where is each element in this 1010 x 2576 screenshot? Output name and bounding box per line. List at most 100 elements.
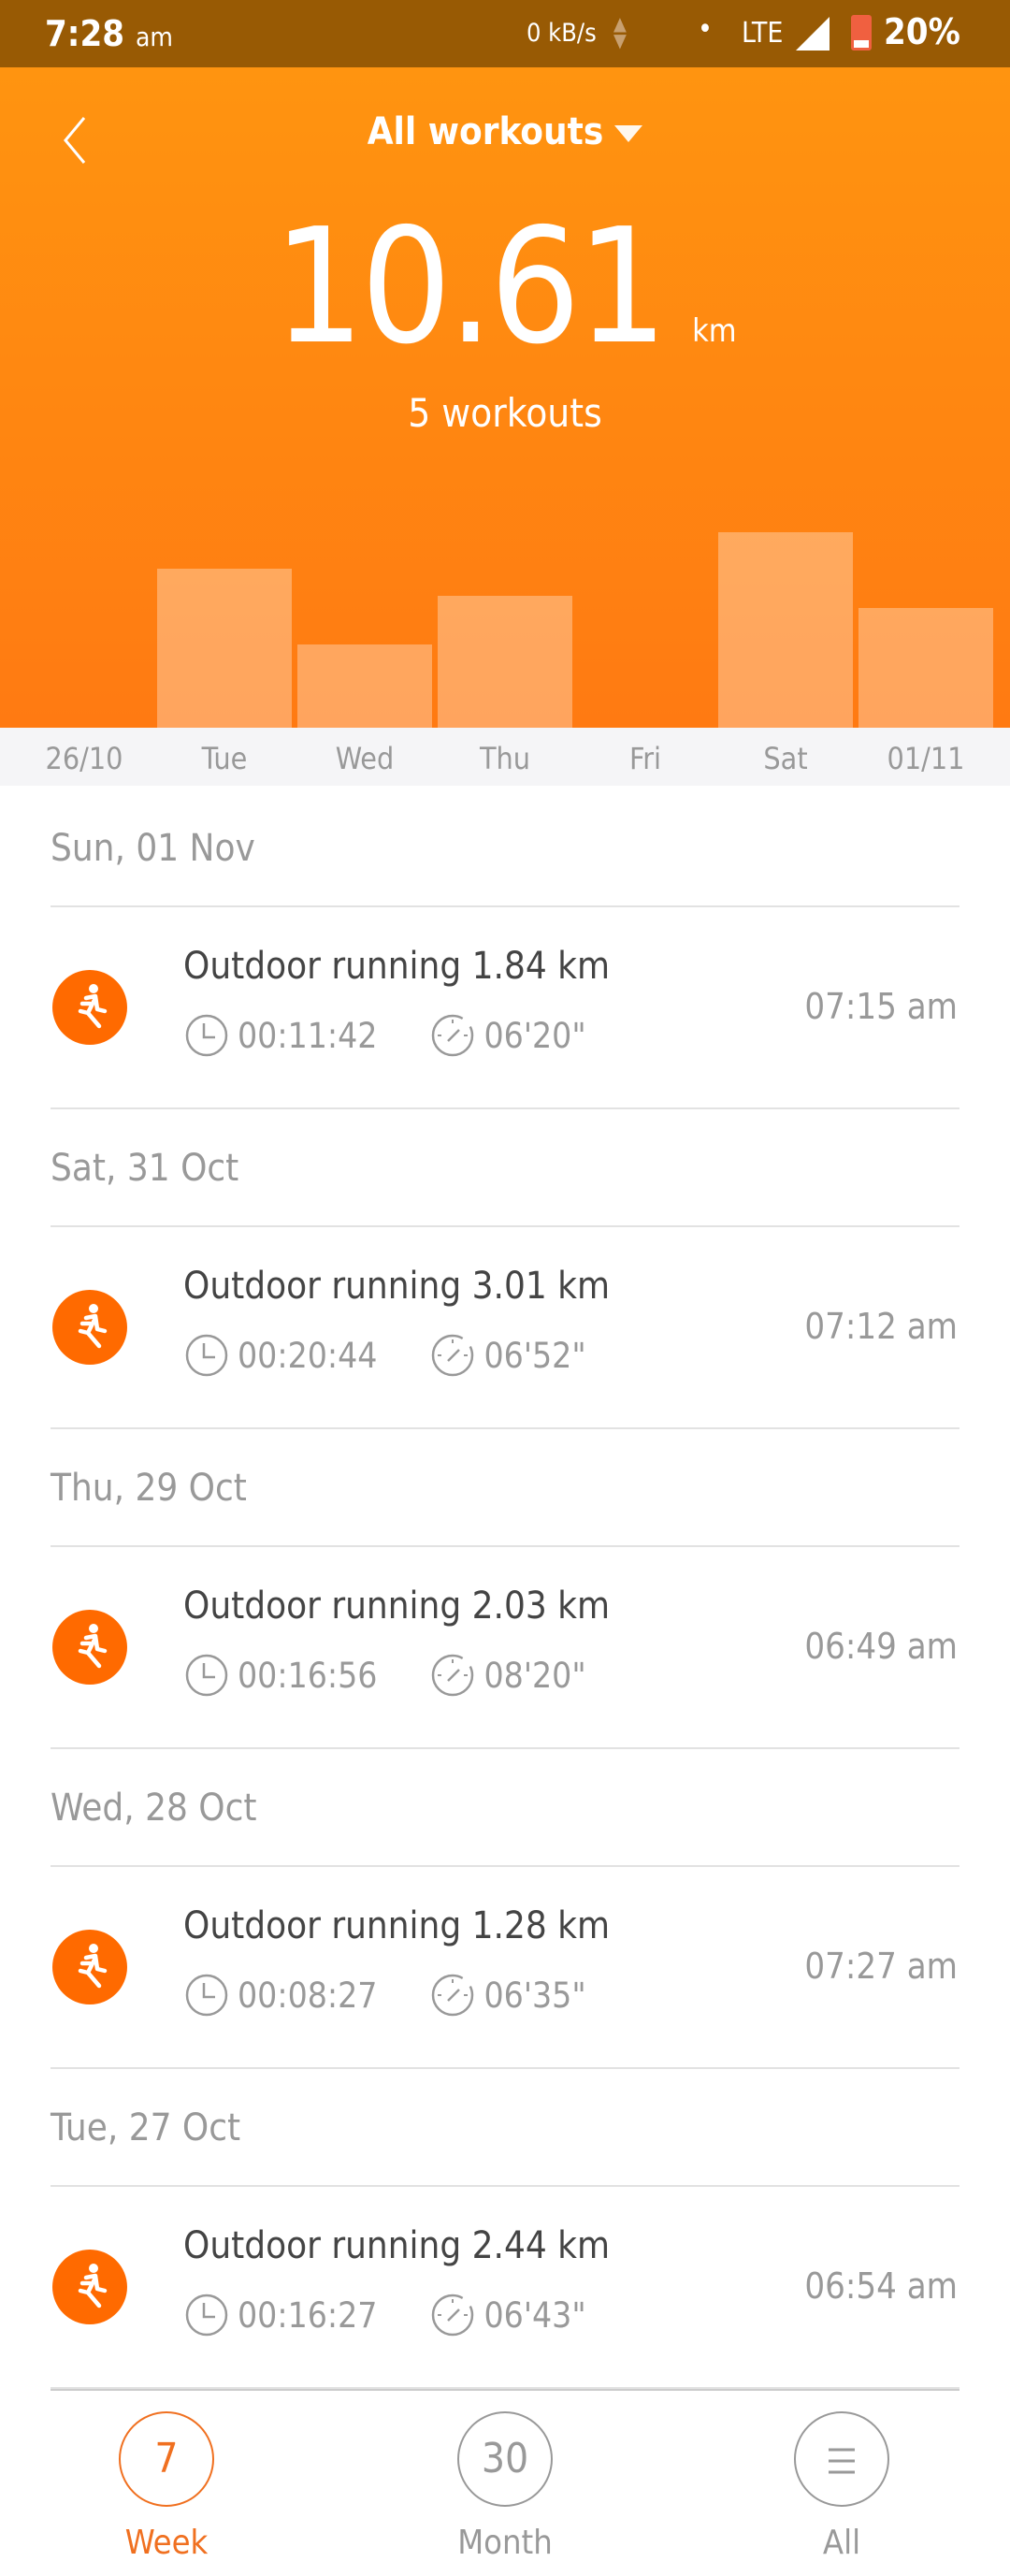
status-bar: 7:28 am 0 kB/s ▲ ▼ • LTE 20%	[0, 0, 1010, 67]
section-date: Wed, 28 Oct	[50, 1787, 257, 1830]
workout-time: 06:54 am	[804, 2265, 958, 2307]
workout-time: 07:12 am	[804, 1306, 958, 1347]
net-speed: 0 kB/s	[527, 19, 597, 48]
divider	[50, 1747, 960, 1749]
workout-time: 06:49 am	[804, 1626, 958, 1667]
tab-all[interactable]: All	[748, 2411, 935, 2562]
workout-duration: 00:20:44	[238, 1335, 378, 1376]
workout-pace: 06'43"	[483, 2294, 586, 2336]
clock-ampm: am	[135, 22, 173, 52]
bar-Sat[interactable]	[718, 531, 853, 728]
battery-icon	[851, 15, 872, 51]
divider	[50, 1107, 960, 1109]
pace-gauge-icon	[432, 1334, 474, 1377]
day-label: Wed	[335, 741, 395, 776]
workout-stats: 00:11:42 06'20"	[183, 1012, 586, 1059]
network-type: LTE	[742, 17, 784, 50]
signal-icon	[796, 17, 830, 51]
workout-row[interactable]: Outdoor running 1.84 km 00:11:42 06'20" 0…	[0, 907, 1010, 1107]
clock-time: 7:28	[45, 13, 125, 54]
clock-icon	[185, 1654, 228, 1697]
bar-Wed[interactable]	[297, 644, 432, 728]
tab-label: All	[822, 2524, 861, 2562]
data-arrows-icon: ▲ ▼	[613, 12, 627, 51]
workout-pace: 08'20"	[483, 1655, 586, 1696]
bar-Tue[interactable]	[157, 569, 292, 728]
pace-group: 06'43"	[429, 2292, 586, 2338]
workout-type-dropdown[interactable]: All workouts	[0, 110, 1010, 153]
workout-duration: 00:16:56	[238, 1655, 378, 1696]
workout-title: Outdoor running 2.44 km	[183, 2224, 611, 2267]
workout-duration: 00:08:27	[238, 1975, 378, 2016]
day-label: Thu	[479, 741, 531, 776]
pace-gauge-icon	[432, 1014, 474, 1057]
dropdown-label: All workouts	[367, 110, 604, 153]
pace-gauge-icon	[432, 1974, 474, 2017]
pace-group: 08'20"	[429, 1652, 586, 1699]
day-label: 26/10	[45, 741, 123, 776]
notification-dot-icon: •	[698, 13, 713, 46]
section-date: Sun, 01 Nov	[50, 827, 255, 870]
workout-time: 07:27 am	[804, 1946, 958, 1987]
section-date: Tue, 27 Oct	[50, 2106, 241, 2149]
workout-pace: 06'20"	[483, 1015, 586, 1056]
list-icon	[794, 2411, 889, 2507]
workout-pace: 06'35"	[483, 1975, 586, 2016]
workout-row[interactable]: Outdoor running 1.28 km 00:08:27 06'35" 0…	[0, 1867, 1010, 2067]
day-label: Tue	[201, 741, 248, 776]
tab-label: Week	[124, 2524, 209, 2562]
tab-month[interactable]: 30 Month	[411, 2411, 599, 2562]
running-icon	[52, 1290, 127, 1365]
nav-divider	[50, 2389, 960, 2391]
workout-duration: 00:16:27	[238, 2294, 378, 2336]
section-date: Thu, 29 Oct	[50, 1467, 247, 1510]
workout-row[interactable]: Outdoor running 2.44 km 00:16:27 06'43" 0…	[0, 2187, 1010, 2387]
section-date: Sat, 31 Oct	[50, 1147, 239, 1190]
caret-down-icon	[614, 125, 643, 142]
bottom-nav: 7 Week 30 Month All	[0, 2389, 1010, 2576]
month-icon: 30	[457, 2411, 553, 2507]
pace-gauge-icon	[432, 2294, 474, 2337]
weekly-bar-chart	[0, 447, 1010, 728]
bar-01/11[interactable]	[858, 608, 993, 728]
running-icon	[52, 1930, 127, 2004]
week-icon: 7	[119, 2411, 214, 2507]
pace-group: 06'52"	[429, 1332, 586, 1379]
workout-row[interactable]: Outdoor running 2.03 km 00:16:56 08'20" 0…	[0, 1547, 1010, 1747]
workout-count: 5 workouts	[408, 390, 602, 436]
pace-gauge-icon	[432, 1654, 474, 1697]
running-icon	[52, 1610, 127, 1685]
workout-stats: 00:08:27 06'35"	[183, 1972, 586, 2019]
distance-unit: km	[692, 312, 737, 350]
divider	[50, 1427, 960, 1429]
workout-title: Outdoor running 3.01 km	[183, 1265, 611, 1308]
workout-title: Outdoor running 1.84 km	[183, 945, 611, 988]
workout-title: Outdoor running 1.28 km	[183, 1904, 611, 1947]
total-distance: 10.61 km	[0, 208, 1010, 367]
status-time: 7:28 am	[45, 13, 173, 54]
workout-row[interactable]: Outdoor running 3.01 km 00:20:44 06'52" 0…	[0, 1227, 1010, 1427]
clock-icon	[185, 1334, 228, 1377]
running-icon	[52, 970, 127, 1045]
divider	[50, 2067, 960, 2069]
day-label: Sat	[763, 741, 808, 776]
workout-pace: 06'52"	[483, 1335, 586, 1376]
workout-stats: 00:20:44 06'52"	[183, 1332, 586, 1379]
pace-group: 06'35"	[429, 1972, 586, 2019]
workout-duration: 00:11:42	[238, 1015, 378, 1056]
workout-time: 07:15 am	[804, 986, 958, 1027]
day-label: 01/11	[887, 741, 965, 776]
day-label: Fri	[628, 741, 662, 776]
summary-header: All workouts 10.61 km 5 workouts	[0, 67, 1010, 728]
running-icon	[52, 2250, 127, 2324]
workout-stats: 00:16:56 08'20"	[183, 1652, 586, 1699]
workout-title: Outdoor running 2.03 km	[183, 1585, 611, 1628]
tab-week[interactable]: 7 Week	[73, 2411, 260, 2562]
bar-Thu[interactable]	[438, 595, 572, 728]
tab-label: Month	[457, 2524, 553, 2562]
pace-group: 06'20"	[429, 1012, 586, 1059]
clock-icon	[185, 1014, 228, 1057]
clock-icon	[185, 1974, 228, 2017]
distance-value: 10.61	[273, 195, 668, 380]
clock-icon	[185, 2294, 228, 2337]
